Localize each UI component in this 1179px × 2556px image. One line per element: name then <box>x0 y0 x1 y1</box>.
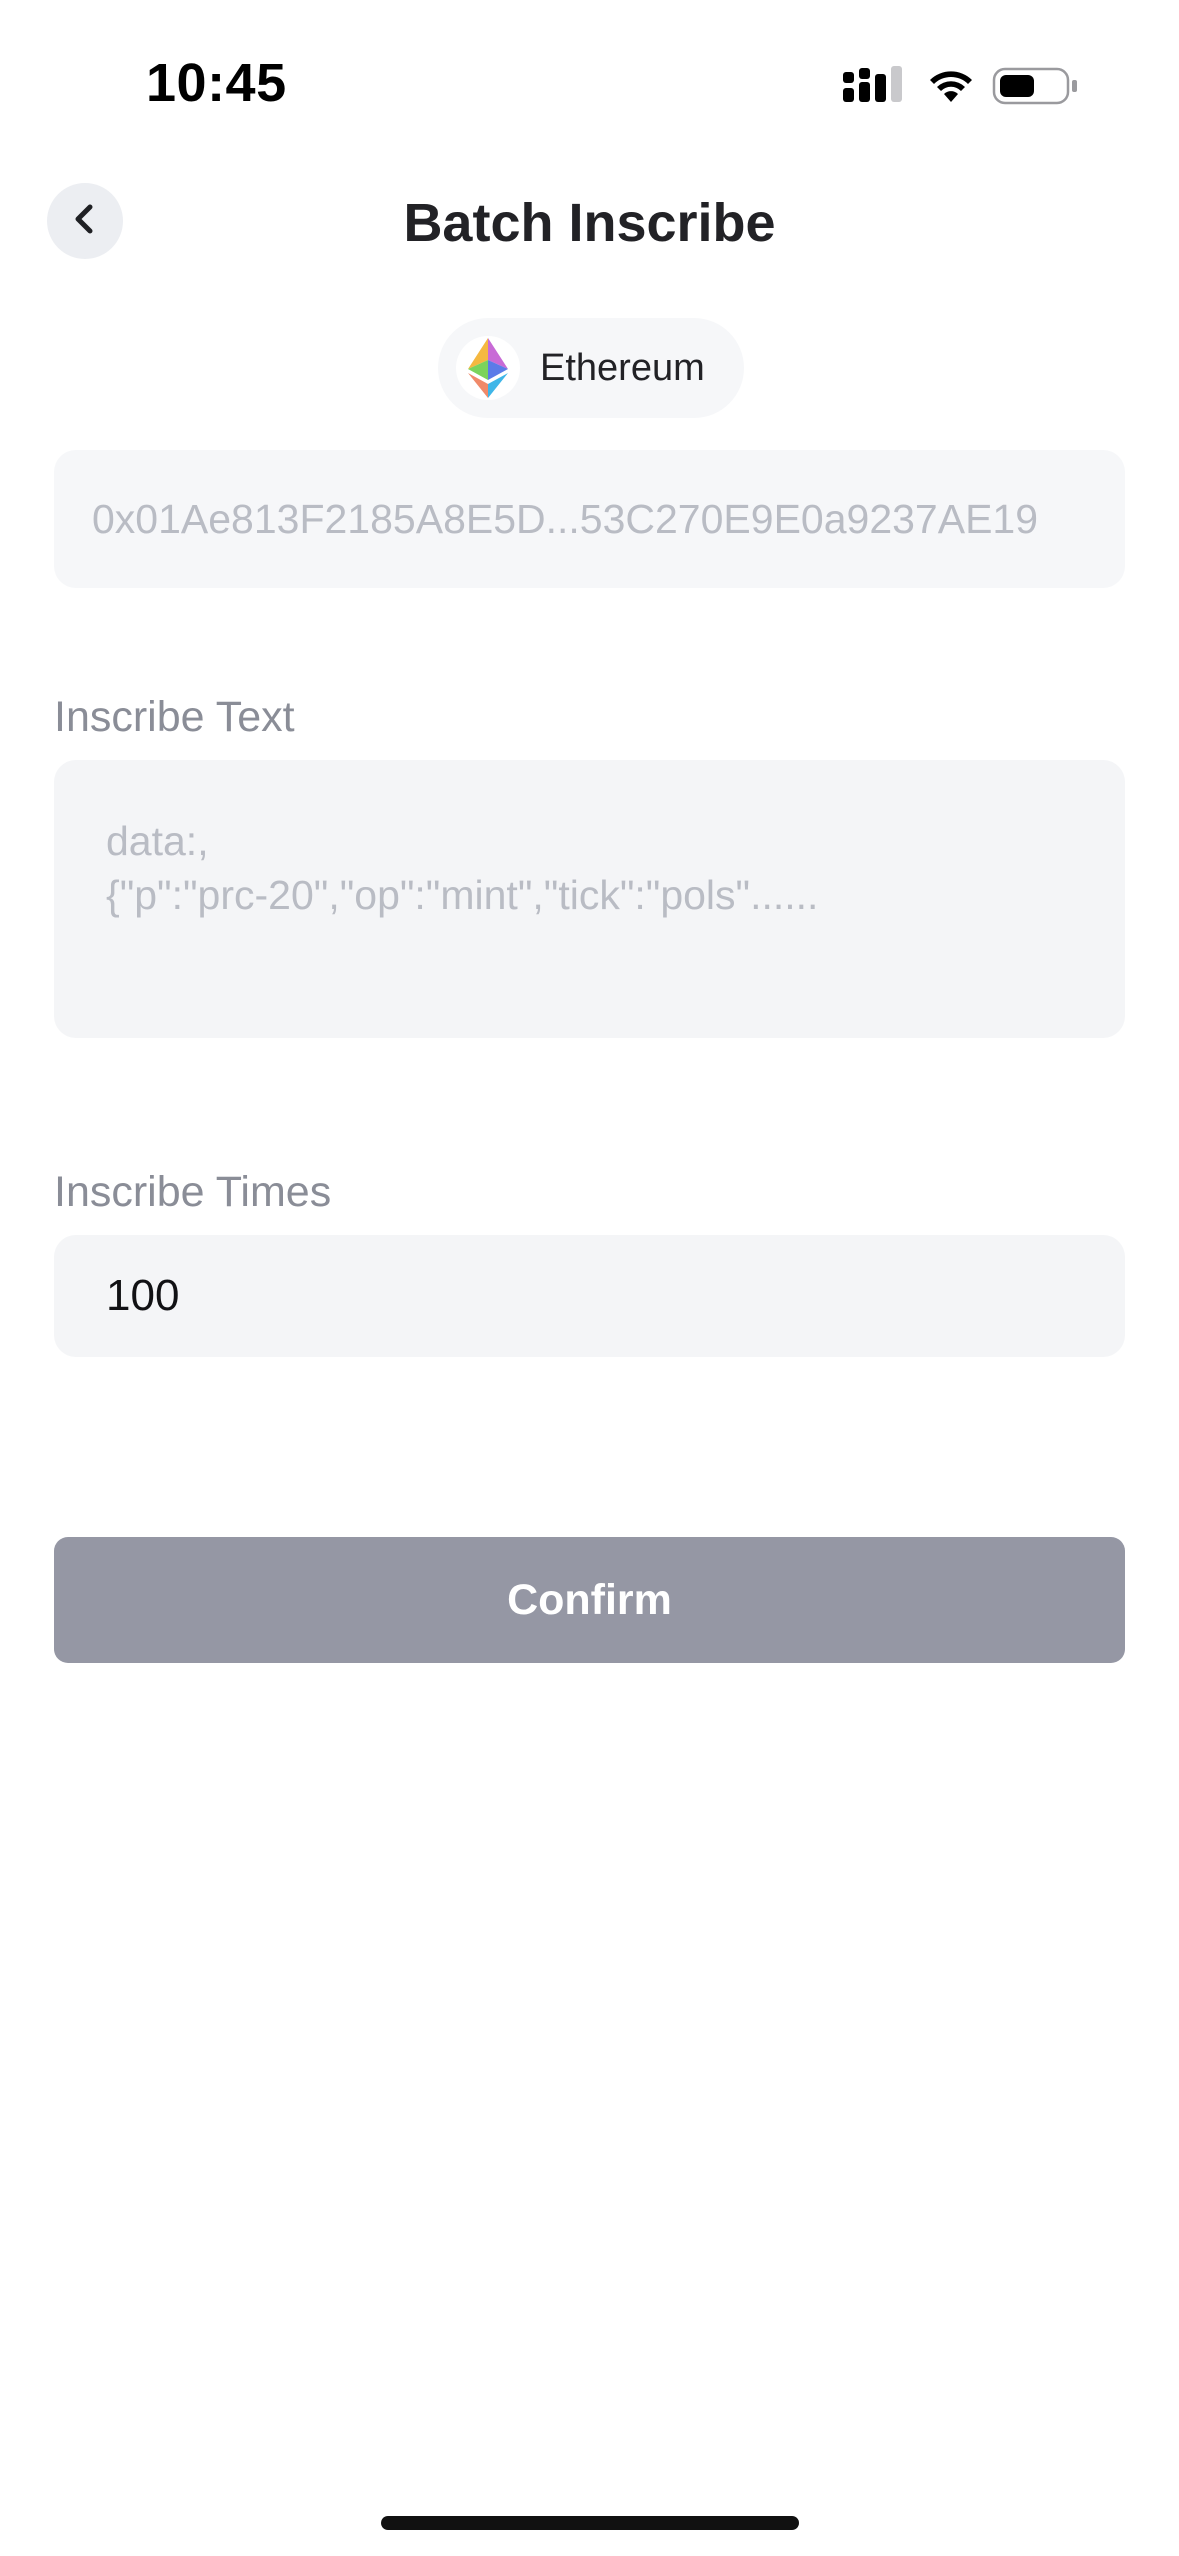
inscribe-times-input[interactable]: 100 <box>54 1235 1125 1357</box>
nav-bar: Batch Inscribe <box>0 170 1179 280</box>
home-indicator <box>381 2516 799 2530</box>
battery-icon <box>992 67 1077 105</box>
signal-icon <box>843 66 902 102</box>
network-selector[interactable]: Ethereum <box>438 318 744 418</box>
status-icons <box>843 62 1083 112</box>
wifi-icon <box>930 71 972 102</box>
inscribe-text-input[interactable]: data:, {"p":"prc-20","op":"mint","tick":… <box>54 760 1125 1038</box>
inscribe-times-label: Inscribe Times <box>54 1168 332 1216</box>
ethereum-logo-icon <box>456 336 520 400</box>
status-time: 10:45 <box>146 53 287 113</box>
wallet-address-field: 0x01Ae813F2185A8E5D...53C270E9E0a9237AE1… <box>54 450 1125 588</box>
network-name: Ethereum <box>540 346 705 389</box>
status-bar: 10:45 <box>0 0 1179 170</box>
confirm-button[interactable]: Confirm <box>54 1537 1125 1663</box>
inscribe-text-label: Inscribe Text <box>54 693 295 741</box>
page-title: Batch Inscribe <box>403 193 776 253</box>
